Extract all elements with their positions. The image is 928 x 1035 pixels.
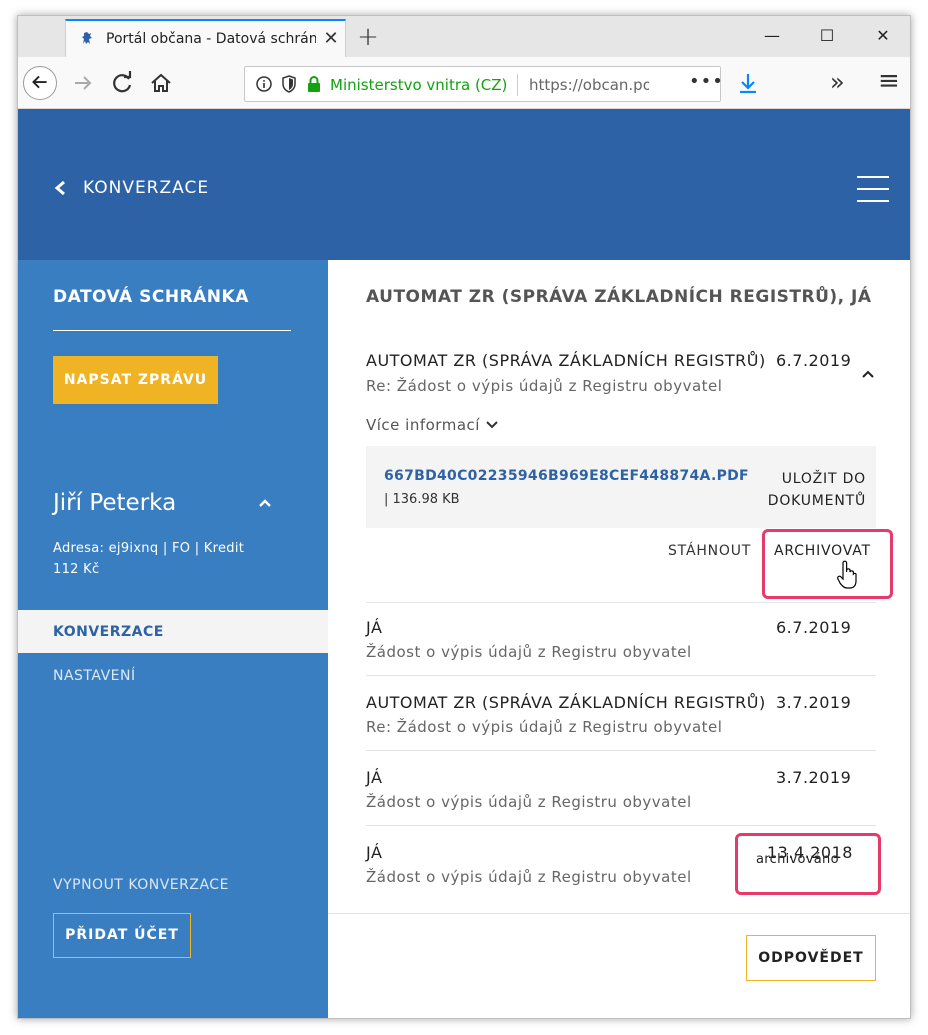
sidebar-item-conversations[interactable]: KONVERZACE: [18, 610, 328, 653]
site-identity[interactable]: Ministerstvo vnitra (CZ): [330, 76, 507, 94]
more-info-toggle[interactable]: Více informací: [366, 416, 498, 434]
sidebar-divider: [53, 330, 291, 331]
navigation-bar: Ministerstvo vnitra (CZ) https://obcan.p…: [18, 57, 910, 109]
message-subject[interactable]: Re: Žádost o výpis údajů z Registru obyv…: [366, 377, 722, 395]
attachment: 667BD40C02235946B969E8CEF448874A.PDF | 1…: [366, 446, 876, 528]
message-divider: [366, 750, 876, 751]
conversation-title: AUTOMAT ZR (SPRÁVA ZÁKLADNÍCH REGISTRŮ),…: [366, 287, 872, 307]
sidebar: DATOVÁ SCHRÁNKA NAPSAT ZPRÁVU Jiří Peter…: [18, 260, 328, 1018]
url-separator: [517, 74, 518, 96]
chevron-up-icon[interactable]: [258, 498, 272, 508]
reply-button[interactable]: ODPOVĚDET: [746, 935, 876, 981]
message-subject[interactable]: Žádost o výpis údajů z Registru obyvatel: [366, 643, 692, 661]
forward-arrow-icon[interactable]: [68, 68, 98, 98]
message-sender[interactable]: JÁ: [366, 768, 382, 787]
chevron-left-icon: [54, 180, 65, 196]
lock-icon[interactable]: [306, 75, 322, 93]
site-header: KONVERZACE: [18, 109, 910, 260]
more-info-label: Více informací: [366, 416, 480, 434]
lion-emblem-icon: [82, 32, 92, 44]
info-icon[interactable]: [255, 75, 273, 93]
new-tab-button[interactable]: +: [354, 24, 382, 52]
home-icon[interactable]: [146, 68, 176, 98]
message-sender[interactable]: JÁ: [366, 843, 382, 862]
browser-tab[interactable]: Portál občana - Datová schránka ✕: [65, 19, 346, 57]
message-subject[interactable]: Re: Žádost o výpis údajů z Registru obyv…: [366, 718, 722, 736]
maximize-button[interactable]: ☐: [804, 16, 850, 56]
minimize-button[interactable]: —: [749, 16, 795, 56]
message-divider: [366, 825, 876, 826]
download-icon[interactable]: [733, 68, 763, 98]
hand-cursor-icon: [837, 560, 857, 589]
save-to-documents-button[interactable]: ULOŽIT DO DOKUMENTŮ: [760, 468, 866, 512]
url-bar[interactable]: Ministerstvo vnitra (CZ) https://obcan.p…: [244, 66, 724, 102]
message-date: 6.7.2019: [776, 618, 852, 637]
back-to-conversations[interactable]: KONVERZACE: [53, 178, 209, 198]
attachment-size: | 136.98 KB: [384, 492, 460, 507]
arrow-left-icon: [32, 75, 47, 89]
user-credit: 112 Kč: [53, 562, 100, 577]
message-sender[interactable]: JÁ: [366, 618, 382, 637]
url-text[interactable]: https://obcan.portal.gov.cz: [529, 76, 649, 94]
write-message-button[interactable]: NAPSAT ZPRÁVU: [53, 356, 218, 404]
sidebar-item-settings[interactable]: NASTAVENÍ: [53, 668, 136, 684]
message-date: 3.7.2019: [776, 693, 852, 712]
reload-icon[interactable]: [108, 68, 138, 98]
message-date: 6.7.2019: [776, 351, 852, 370]
download-button[interactable]: STÁHNOUT: [668, 543, 751, 559]
tab-close-icon[interactable]: ✕: [319, 27, 343, 51]
message-subject[interactable]: Žádost o výpis údajů z Registru obyvatel: [366, 868, 692, 886]
overflow-menu-icon[interactable]: »: [830, 68, 845, 96]
browser-window: Portál občana - Datová schránka ✕ + — ☐ …: [17, 15, 911, 1019]
message-sender[interactable]: AUTOMAT ZR (SPRÁVA ZÁKLADNÍCH REGISTRŮ): [366, 351, 766, 370]
message-subject[interactable]: Žádost o výpis údajů z Registru obyvatel: [366, 793, 692, 811]
message-divider: [366, 675, 876, 676]
add-account-button[interactable]: PŘIDAT ÚČET: [53, 913, 191, 958]
shield-icon[interactable]: [281, 75, 297, 93]
tab-strip: Portál občana - Datová schránka ✕ + — ☐ …: [18, 16, 910, 57]
back-button[interactable]: [23, 66, 57, 100]
user-address: Adresa: ej9ixnq | FO | Kredit: [53, 541, 245, 556]
hamburger-menu-icon[interactable]: ≡: [878, 66, 900, 96]
message-sender[interactable]: AUTOMAT ZR (SPRÁVA ZÁKLADNÍCH REGISTRŮ): [366, 693, 766, 712]
page-actions-icon[interactable]: •••: [689, 71, 724, 92]
archived-highlight: [735, 833, 881, 895]
sidebar-title: DATOVÁ SCHRÁNKA: [53, 287, 249, 307]
message-date: 3.7.2019: [776, 768, 852, 787]
archive-highlight: [762, 529, 893, 599]
chevron-up-icon[interactable]: [861, 369, 875, 379]
turn-off-conversations-link[interactable]: VYPNOUT KONVERZACE: [53, 877, 229, 893]
conversation-panel: AUTOMAT ZR (SPRÁVA ZÁKLADNÍCH REGISTRŮ),…: [328, 260, 910, 1018]
chevron-down-icon: [486, 421, 498, 429]
user-name[interactable]: Jiří Peterka: [53, 490, 176, 516]
attachment-name[interactable]: 667BD40C02235946B969E8CEF448874A.PDF: [384, 468, 749, 484]
site-menu-icon[interactable]: [857, 176, 889, 204]
message-divider: [328, 913, 910, 914]
window-close-button[interactable]: ✕: [860, 16, 906, 56]
message-divider: [366, 602, 876, 603]
back-label: KONVERZACE: [83, 178, 210, 198]
tab-title: Portál občana - Datová schránka: [106, 31, 316, 47]
